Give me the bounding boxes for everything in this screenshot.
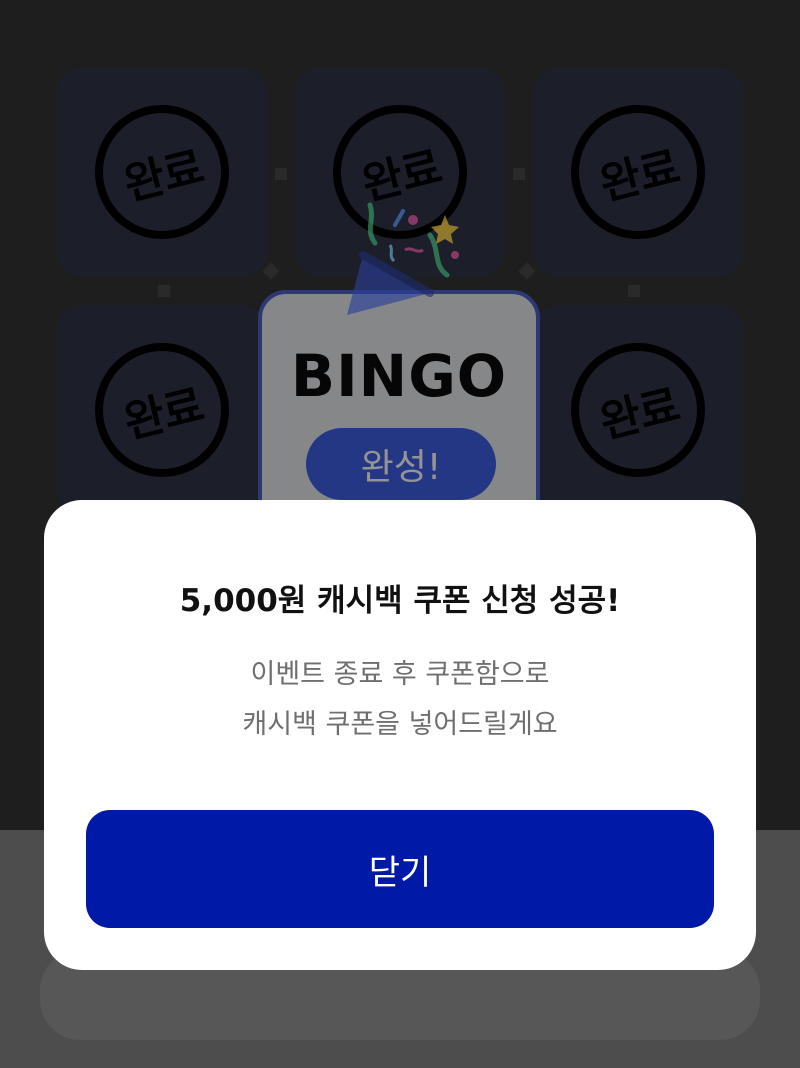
modal-title: 5,000원 캐시백 쿠폰 신청 성공! [179, 583, 621, 619]
board-connector [158, 285, 170, 297]
close-button[interactable]: 닫기 [86, 810, 714, 928]
bingo-tile: 완료 [57, 305, 267, 515]
board-connector [628, 285, 640, 297]
board-connector [275, 168, 287, 180]
complete-stamp: 완료 [95, 343, 229, 477]
modal-description-line: 캐시백 쿠폰을 넣어드릴게요 [242, 709, 558, 740]
bingo-tile: 완료 [57, 67, 267, 277]
bingo-title: BINGO [290, 342, 508, 410]
stamp-label: 완료 [594, 142, 684, 211]
party-popper-icon [347, 202, 459, 315]
stamp-label: 완료 [118, 380, 208, 449]
bingo-complete-badge: 완성! [306, 428, 496, 500]
modal-description: 이벤트 종료 후 쿠폰함으로 캐시백 쿠폰을 넣어드릴게요 [44, 650, 756, 750]
bingo-tile: 완료 [533, 305, 743, 515]
complete-stamp: 완료 [571, 105, 705, 239]
success-modal: 5,000원 캐시백 쿠폰 신청 성공! 이벤트 종료 후 쿠폰함으로 캐시백 … [44, 500, 756, 970]
modal-description-line: 이벤트 종료 후 쿠폰함으로 [250, 659, 550, 690]
stamp-label: 완료 [118, 142, 208, 211]
screen: 완료 완료 완료 완료 완료 BINGO 완성! 5,000원 캐시백 쿠폰 신… [0, 0, 800, 1068]
board-connector [518, 262, 536, 280]
bingo-tile: 완료 [533, 67, 743, 277]
stamp-label: 완료 [594, 380, 684, 449]
complete-stamp: 완료 [571, 343, 705, 477]
board-connector [513, 168, 525, 180]
board-connector [262, 262, 280, 280]
complete-stamp: 완료 [95, 105, 229, 239]
